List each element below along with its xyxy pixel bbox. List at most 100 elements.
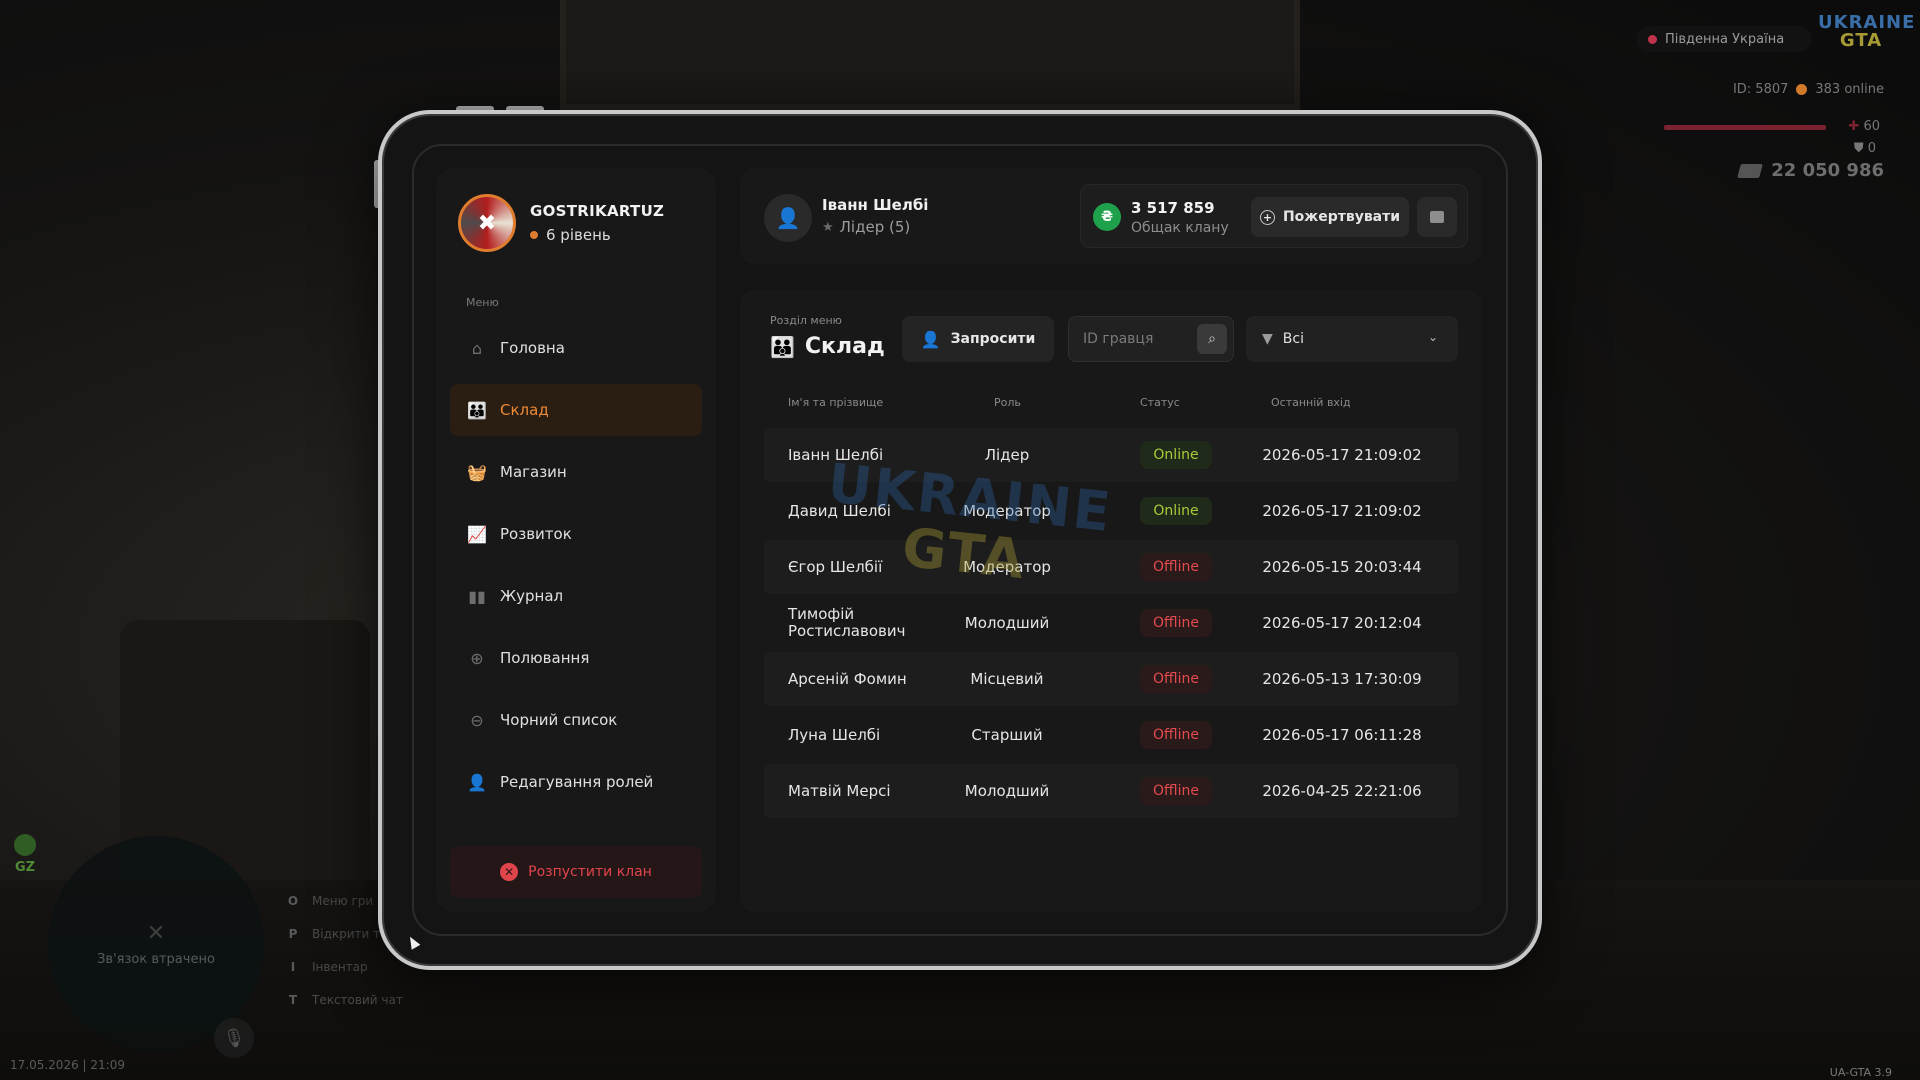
hint-label: Відкрити т	[312, 926, 381, 941]
hryvnia-coin-icon: ₴	[1093, 203, 1121, 231]
chevron-down-icon: ⌄	[1427, 330, 1438, 344]
donate-label: Пожертвувати	[1282, 209, 1401, 225]
people-icon: 👪	[467, 400, 487, 420]
member-name: Арсеній Фомин	[788, 669, 907, 688]
armor-value: ⛊ 0	[1854, 141, 1876, 156]
member-role: Молодший	[964, 782, 1050, 800]
gz-indicator: GZ	[12, 834, 38, 875]
hint-item: T Текстовий чат	[286, 983, 403, 1016]
member-last-login: 2026-05-17 06:11:28	[1262, 726, 1422, 744]
member-last-login: 2026-05-15 20:03:44	[1262, 558, 1422, 576]
sidebar-item-edit-roles[interactable]: 👤 Редагування ролей	[450, 756, 702, 808]
sidebar-item-label: Розвиток	[500, 525, 572, 543]
home-icon: ⌂	[471, 338, 483, 358]
member-role: Старший	[971, 726, 1043, 744]
hint-key: P	[288, 926, 298, 941]
money-value: 22 050 986	[1771, 160, 1884, 181]
search-box: ⌕	[1068, 316, 1234, 362]
member-last-login: 2026-05-17 21:09:02	[1262, 502, 1422, 520]
user-name: Іванн Шелбі	[822, 196, 929, 214]
hint-key: O	[287, 893, 299, 908]
disband-clan-label: Розпустити клан	[528, 864, 652, 880]
member-name: Іванн Шелбі	[788, 445, 884, 464]
version-label: UA-GTA 3.9	[1829, 1066, 1892, 1079]
status-badge: Offline	[1140, 553, 1212, 581]
armor-number: 0	[1867, 141, 1876, 156]
hud-online-count: 383 online	[1815, 82, 1884, 97]
table-row[interactable]: Єгор Шелбії Модератор Offline 2026-05-15…	[764, 540, 1458, 594]
clan-name: GOSTRIKARTUZ	[530, 202, 665, 220]
section-title-label: Склад	[804, 334, 885, 359]
bank-label: Общак клану	[1131, 220, 1229, 236]
star-icon: ★	[822, 219, 834, 235]
close-circle-icon: ✕	[500, 863, 519, 881]
basket-icon: 🧺	[467, 462, 487, 482]
member-role: Місцевий	[970, 670, 1044, 688]
status-filter-select[interactable]: ▼ Всі ⌄	[1246, 316, 1458, 362]
member-last-login: 2026-05-17 20:12:04	[1262, 614, 1422, 632]
level-dot-icon	[530, 231, 538, 239]
column-role: Роль	[994, 396, 1021, 409]
member-name: Давид Шелбі	[788, 501, 891, 520]
add-user-icon: 👤	[920, 329, 941, 349]
clan-profile: ✖ GOSTRIKARTUZ 6 рівень	[458, 194, 664, 252]
member-last-login: 2026-05-17 21:09:02	[1262, 446, 1422, 464]
section-title: 👪 Склад	[770, 334, 885, 359]
player-id-search-input[interactable]	[1069, 317, 1193, 361]
invite-button[interactable]: 👤 Запросити	[902, 316, 1054, 362]
table-header: Ім'я та прізвище Роль Статус Останній вх…	[788, 396, 1468, 412]
table-row[interactable]: Матвій Мерсі Молодший Offline 2026-04-25…	[764, 764, 1458, 818]
menu-title: Меню	[466, 296, 499, 309]
sidebar-item-warehouse[interactable]: 👪 Склад	[450, 384, 702, 436]
sidebar-item-development[interactable]: 📈 Розвиток	[450, 508, 702, 560]
hud-player-info: ID: 5807 383 online	[1733, 82, 1884, 97]
chart-icon: 📈	[467, 524, 487, 544]
sidebar-menu: ⌂ Головна 👪 Склад 🧺 Магазин 📈 Розвиток ▮…	[450, 322, 702, 818]
book-icon: ▮▮	[468, 586, 486, 606]
sidebar-item-blacklist[interactable]: ⊖ Чорний список	[450, 694, 702, 746]
disband-clan-button[interactable]: ✕ Розпустити клан	[450, 846, 702, 898]
hud-region-badge: Південна Україна	[1636, 26, 1812, 52]
bank-amount: 3 517 859	[1131, 199, 1215, 217]
filter-value: Всі	[1282, 331, 1304, 347]
member-name: Луна Шелбі	[788, 725, 881, 744]
health-cross-icon: ✚	[1848, 119, 1860, 134]
microphone-icon[interactable]: 🎙	[214, 1018, 254, 1058]
sidebar-item-shop[interactable]: 🧺 Магазин	[450, 446, 702, 498]
sidebar-item-label: Магазин	[500, 463, 567, 481]
member-name: Тимофій Ростиславович	[788, 605, 906, 640]
safe-button[interactable]	[1417, 197, 1457, 237]
server-logo-bottom: GTA	[1839, 30, 1883, 51]
sidebar-item-hunting[interactable]: ⊕ Полювання	[450, 632, 702, 684]
member-role: Молодший	[964, 614, 1050, 632]
status-badge: Offline	[1140, 777, 1212, 805]
table-row[interactable]: Давид Шелбі Модератор Online 2026-05-17 …	[764, 484, 1458, 538]
table-row[interactable]: Іванн Шелбі Лідер Online 2026-05-17 21:0…	[764, 428, 1458, 482]
members-table: Іванн Шелбі Лідер Online 2026-05-17 21:0…	[764, 428, 1458, 820]
hint-key: I	[290, 959, 296, 974]
sidebar-item-label: Чорний список	[500, 711, 618, 729]
user-role: ★ Лідер (5)	[822, 218, 910, 236]
hud-player-id: ID: 5807	[1732, 82, 1789, 97]
search-button[interactable]: ⌕	[1197, 324, 1227, 354]
member-name: Матвій Мерсі	[788, 781, 891, 800]
clan-bank: ₴ 3 517 859 Общак клану + Пожертвувати	[1080, 184, 1468, 248]
sidebar-item-label: Головна	[500, 339, 565, 357]
region-flag-icon	[1648, 34, 1657, 44]
block-icon: ⊖	[470, 710, 484, 730]
column-status: Статус	[1140, 396, 1180, 409]
donate-button[interactable]: + Пожертвувати	[1251, 197, 1409, 237]
sidebar-item-journal[interactable]: ▮▮ Журнал	[450, 570, 702, 622]
table-row[interactable]: Тимофій Ростиславович Молодший Offline 2…	[764, 596, 1458, 650]
header-card: 👤 Іванн Шелбі ★ Лідер (5) ₴ 3 517 859 Об…	[740, 168, 1482, 264]
clan-level-label: 6 рівень	[546, 226, 611, 244]
sidebar-item-label: Полювання	[500, 649, 590, 667]
sidebar-item-home[interactable]: ⌂ Головна	[450, 322, 702, 374]
sidebar: ✖ GOSTRIKARTUZ 6 рівень Меню ⌂ Головна 👪…	[436, 168, 716, 912]
table-row[interactable]: Арсеній Фомин Місцевий Offline 2026-05-1…	[764, 652, 1458, 706]
status-badge: Offline	[1140, 721, 1212, 749]
online-dot-icon	[1796, 84, 1808, 95]
hint-label: Текстовий чат	[312, 992, 403, 1007]
table-row[interactable]: Луна Шелбі Старший Offline 2026-05-17 06…	[764, 708, 1458, 762]
invite-label: Запросити	[950, 331, 1036, 347]
